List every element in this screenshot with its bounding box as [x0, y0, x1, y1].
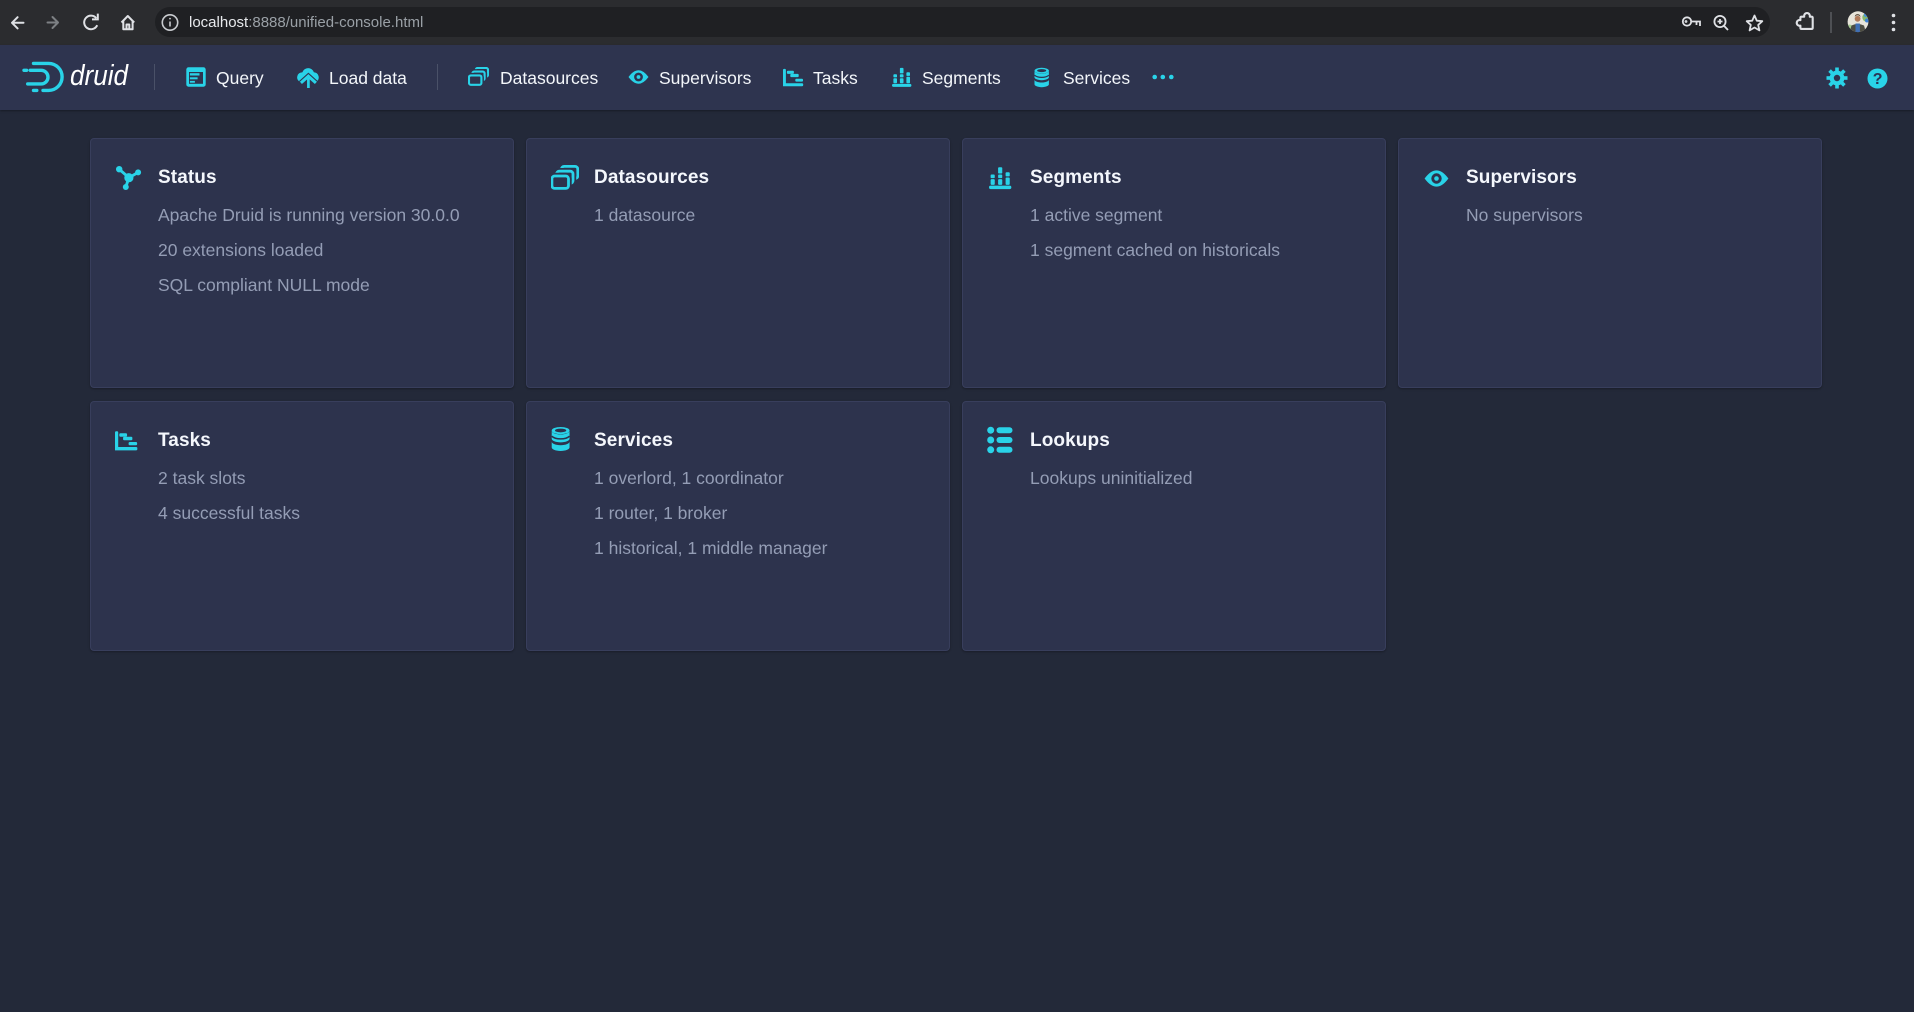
svg-text:?: ?	[1873, 71, 1883, 88]
